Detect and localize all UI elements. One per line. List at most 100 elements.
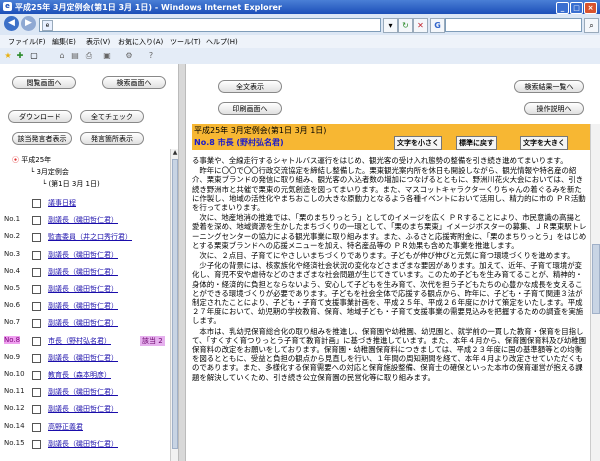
address-toolbar: ◀ ▶ e ▾ ↻ ✕ G ⌕ — [0, 14, 600, 36]
dropdown-icon[interactable]: ▾ — [383, 18, 398, 33]
speech-paragraph: 次に、地産地消の推進では、「栗のまちりっとう」としてのイメージを広く ＰＲするこ… — [192, 213, 587, 250]
maximize-icon[interactable]: □ — [570, 2, 583, 14]
search-view-button[interactable]: 検索画面へ — [102, 76, 166, 89]
tree-session[interactable]: └ 3月定例会 — [30, 167, 69, 177]
scroll-thumb[interactable] — [592, 244, 600, 314]
search-engine-icon: G — [430, 18, 445, 33]
help-icon[interactable]: ? — [146, 51, 156, 61]
favorites-star-icon[interactable]: ★ — [3, 51, 13, 61]
item-checkbox[interactable] — [32, 423, 41, 432]
item-checkbox[interactable] — [32, 216, 41, 225]
speaker-list-button[interactable]: 発言箇所表示 — [80, 132, 144, 145]
speaker-link[interactable]: 副議長（磯田哲仁君） — [48, 439, 118, 449]
add-favorite-icon[interactable]: ✚ — [15, 51, 25, 61]
menu-view[interactable]: 表示(V) — [86, 37, 110, 47]
search-icon[interactable]: ⌕ — [584, 18, 599, 33]
menu-edit[interactable]: 編集(E) — [52, 37, 76, 47]
forward-icon[interactable]: ▶ — [21, 16, 36, 31]
item-checkbox[interactable] — [32, 199, 41, 208]
speech-paragraph: 少子化の背景には、核家族化や経済社会状況の変化などさまざまな要因があります。加え… — [192, 261, 584, 326]
speaker-title: No.8 市長 (野村弘名君) — [194, 138, 284, 147]
feed-icon[interactable]: ▤ — [70, 51, 80, 61]
item-number: No.3 — [4, 250, 21, 258]
home-view-button[interactable]: 閲覧画面へ — [12, 76, 76, 89]
item-checkbox[interactable] — [32, 371, 41, 380]
match-count-badge: 該当 2 — [140, 336, 165, 346]
page-menu-icon[interactable]: ▣ — [102, 51, 112, 61]
item-checkbox[interactable] — [32, 405, 41, 414]
item-number: No.11 — [4, 387, 25, 395]
item-number: No.8 — [4, 336, 21, 344]
speaker-link[interactable]: 副議長（磯田哲仁君） — [48, 250, 118, 260]
menu-bar: ファイル(F) 編集(E) 表示(V) お気に入り(A) ツール(T) ヘルプ(… — [0, 35, 600, 48]
item-number: No.10 — [4, 370, 25, 378]
speaker-link[interactable]: 市長（野村弘名君） — [48, 336, 111, 346]
speech-paragraph: る事業や、全線走行するシャトルバス運行をはじめ、観光客の受け入れ態勢の整備を引き… — [192, 156, 568, 165]
item-checkbox[interactable] — [32, 285, 41, 294]
item-checkbox[interactable] — [32, 251, 41, 260]
item-checkbox[interactable] — [32, 440, 41, 449]
refresh-icon[interactable]: ↻ — [398, 18, 413, 33]
speaker-link[interactable]: 副議長（磯田哲仁君） — [48, 318, 118, 328]
item-checkbox[interactable] — [32, 388, 41, 397]
back-icon[interactable]: ◀ — [4, 16, 19, 31]
stop-icon[interactable]: ✕ — [413, 18, 428, 33]
print-view-button[interactable]: 印刷画面へ — [218, 102, 282, 115]
speaker-link[interactable]: 副議長（磯田哲仁君） — [48, 215, 118, 225]
menu-favorites[interactable]: お気に入り(A) — [118, 37, 163, 47]
tree-root[interactable]: ⦿ 平成25年 — [12, 155, 51, 165]
help-button[interactable]: 操作説明へ — [524, 102, 584, 115]
menu-file[interactable]: ファイル(F) — [8, 37, 46, 47]
speaker-link[interactable]: 副議長（磯田哲仁君） — [48, 301, 118, 311]
item-checkbox[interactable] — [32, 354, 41, 363]
search-input[interactable] — [445, 18, 582, 32]
window-titlebar: e 平成25年 3月定例会(第1日 3月 1日) - Windows Inter… — [0, 0, 600, 14]
speaker-link[interactable]: 副議長（磯田哲仁君） — [48, 267, 118, 277]
check-all-button[interactable]: 全てチェック — [80, 110, 144, 123]
item-number: No.7 — [4, 318, 21, 326]
speaker-link[interactable]: 教育長（森本明彦） — [48, 370, 111, 380]
left-pane: 閲覧画面へ 検索画面へ ダウンロード 全てチェック 該当発言者表示 発言箇所表示… — [0, 64, 179, 461]
tree-day[interactable]: └ (第1日 3月 1日) — [42, 179, 100, 189]
speech-paragraph: 本市は、乳幼児保育総合化の取り組みを推進し、保育園や幼稚園、幼児園と、就学前の一… — [192, 326, 587, 382]
right-scrollbar[interactable] — [590, 124, 600, 461]
font-smaller-button[interactable]: 文字を小さく — [394, 136, 442, 150]
menu-tools[interactable]: ツール(T) — [170, 37, 201, 47]
item-number: No.2 — [4, 232, 21, 240]
page-icon: ▢ — [30, 51, 38, 60]
pane-splitter[interactable] — [178, 64, 186, 461]
close-icon[interactable]: × — [584, 2, 597, 14]
item-number: No.9 — [4, 353, 21, 361]
show-speakers-button[interactable]: 該当発言者表示 — [12, 132, 72, 145]
item-checkbox[interactable] — [32, 302, 41, 311]
speaker-link[interactable]: 副議長（磯田哲仁君） — [48, 387, 118, 397]
ie-logo-icon: e — [3, 2, 12, 11]
font-larger-button[interactable]: 文字を大きく — [520, 136, 568, 150]
session-title: 平成25年 3月定例会(第1日 3月 1日) — [194, 126, 327, 135]
item-number: No.14 — [4, 422, 25, 430]
speaker-link[interactable]: 副議長（磯田哲仁君） — [48, 284, 118, 294]
item-number: No.6 — [4, 301, 21, 309]
full-text-button[interactable]: 全文表示 — [218, 80, 282, 93]
item-checkbox[interactable] — [32, 268, 41, 277]
item-checkbox[interactable] — [32, 319, 41, 328]
speaker-link[interactable]: 副議長（磯田哲仁君） — [48, 353, 118, 363]
minimize-icon[interactable]: _ — [556, 2, 569, 14]
tools-icon[interactable]: ⚙ — [124, 51, 134, 61]
print-icon[interactable]: ⎙ — [84, 51, 94, 61]
item-checkbox[interactable] — [32, 337, 41, 346]
speaker-link[interactable]: 監査委員（井之口秀行君） — [48, 232, 132, 242]
font-reset-button[interactable]: 標準に戻す — [456, 136, 497, 150]
speech-paragraph: 次に、２点目、子育てにやさしいまちづくりであります。子どもが伸び伸びと元気に育つ… — [192, 251, 575, 261]
speaker-link[interactable]: 副議長（磯田哲仁君） — [48, 404, 118, 414]
home-icon[interactable]: ⌂ — [57, 51, 67, 61]
speaker-link[interactable]: 高野正義君 — [48, 422, 83, 432]
download-button[interactable]: ダウンロード — [8, 110, 72, 123]
address-input[interactable]: e — [39, 18, 381, 32]
speaker-link[interactable]: 議事日程 — [48, 198, 76, 208]
item-checkbox[interactable] — [32, 233, 41, 242]
right-pane: 全文表示 検索結果一覧へ 印刷画面へ 操作説明へ 平成25年 3月定例会(第1日… — [186, 64, 600, 461]
speech-body: る事業や、全線走行するシャトルバス運行をはじめ、観光客の受け入れ態勢の整備を引き… — [192, 156, 588, 383]
menu-help[interactable]: ヘルプ(H) — [206, 37, 238, 47]
back-to-results-button[interactable]: 検索結果一覧へ — [514, 80, 584, 93]
